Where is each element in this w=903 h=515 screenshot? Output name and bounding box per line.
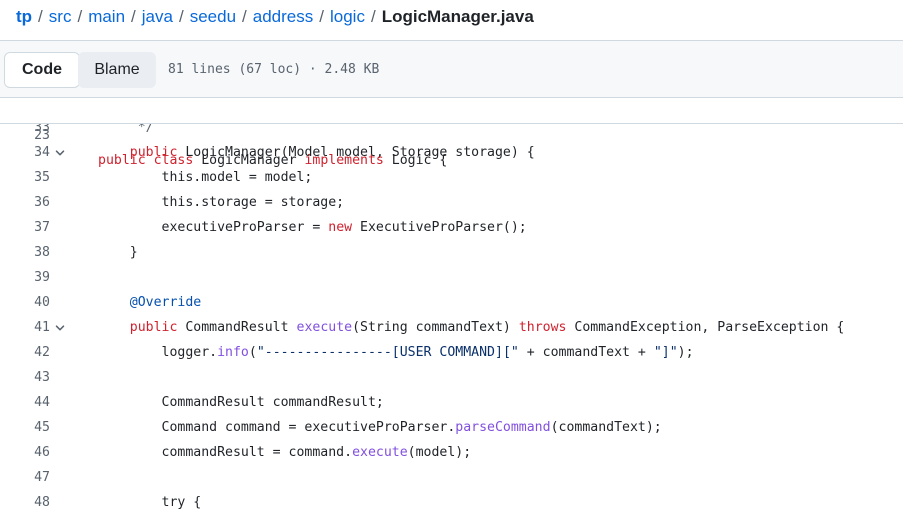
line-number[interactable]: 41 [0, 315, 50, 340]
sticky-scope-header[interactable]: 23 public class LogicManager implements … [0, 98, 903, 168]
code-token: commandResult = command. [98, 445, 353, 460]
code-line: 43 [0, 365, 903, 390]
code-text: public CommandResult execute(String comm… [98, 315, 845, 340]
code-token: } [98, 245, 138, 260]
breadcrumb-link-seedu[interactable]: seedu [190, 7, 236, 27]
line-number[interactable]: 39 [0, 265, 50, 290]
code-token: class [153, 153, 194, 168]
code-text: public class LogicManager implements Log… [98, 148, 447, 173]
code-text: CommandResult commandResult; [98, 390, 384, 415]
code-line: 37 executiveProParser = new ExecutivePro… [0, 215, 903, 240]
breadcrumb-separator: / [38, 7, 43, 26]
blame-button[interactable]: Blame [78, 52, 156, 88]
code-token: throws [518, 320, 567, 335]
code-token: public [98, 153, 146, 168]
breadcrumb: tp / src / main / java / seedu / address / logic / Log… [16, 4, 534, 30]
breadcrumb-repo-link[interactable]: tp [16, 7, 32, 27]
line-number[interactable]: 46 [0, 440, 50, 465]
code-line: 40 @Override [0, 290, 903, 315]
code-token: @Override [129, 295, 202, 310]
code-token: "]" [653, 345, 678, 360]
code-token: parseCommand [455, 420, 551, 435]
line-number[interactable]: 42 [0, 340, 50, 365]
breadcrumb-current-file: LogicManager.java [381, 7, 534, 26]
code-line: 41 public CommandResult execute(String c… [0, 315, 903, 340]
code-line: 46 commandResult = command.execute(model… [0, 440, 903, 465]
code-line: 48 try { [0, 490, 903, 515]
breadcrumb-separator: / [242, 7, 247, 26]
code-line: 39 [0, 265, 903, 290]
code-token: execute [296, 320, 353, 335]
code-token: public [129, 320, 178, 335]
code-token: execute [352, 445, 408, 460]
code-token: info [217, 345, 249, 360]
code-token: ( [248, 345, 257, 360]
line-number[interactable]: 44 [0, 390, 50, 415]
breadcrumb-link-address[interactable]: address [253, 7, 313, 27]
code-token: logger. [98, 345, 218, 360]
chevron-down-icon[interactable] [53, 315, 67, 340]
line-number[interactable]: 37 [0, 215, 50, 240]
breadcrumb-link-main[interactable]: main [88, 7, 125, 27]
code-token: executiveProParser = [98, 220, 329, 235]
code-token: CommandException, ParseException { [566, 320, 845, 335]
breadcrumb-link-logic[interactable]: logic [330, 7, 365, 27]
code-text: this.storage = storage; [98, 190, 345, 215]
code-button[interactable]: Code [4, 52, 80, 88]
code-token: Logic { [383, 153, 448, 168]
code-line: 44 CommandResult commandResult; [0, 390, 903, 415]
file-toolbar: Code Blame 81 lines (67 loc) · 2.48 KB [0, 41, 903, 97]
line-number[interactable]: 47 [0, 465, 50, 490]
breadcrumb-separator: / [77, 7, 83, 26]
breadcrumb-separator: / [370, 7, 376, 26]
code-line: 36 this.storage = storage; [0, 190, 903, 215]
code-line: 47 [0, 465, 903, 490]
file-info: 81 lines (67 loc) · 2.48 KB [168, 62, 380, 77]
code-line: 45 Command command = executiveProParser.… [0, 415, 903, 440]
line-number[interactable]: 23 [0, 123, 50, 148]
code-line: 38 } [0, 240, 903, 265]
line-number[interactable]: 45 [0, 415, 50, 440]
code-token: "----------------[USER COMMAND][" [256, 345, 519, 360]
code-token: ExecutiveProParser(); [352, 220, 527, 235]
code-text: } [98, 240, 138, 265]
code-text: Command command = executiveProParser.par… [98, 415, 662, 440]
code-token: Command command = executiveProParser. [98, 420, 456, 435]
code-text: executiveProParser = new ExecutiveProPar… [98, 215, 527, 240]
code-token: this.storage = storage; [98, 195, 345, 210]
breadcrumb-separator: / [131, 7, 136, 26]
code-token: implements [304, 153, 384, 168]
code-line: 42 logger.info("----------------[USER CO… [0, 340, 903, 365]
code-token: new [328, 220, 353, 235]
breadcrumb-link-src[interactable]: src [49, 7, 72, 27]
line-number[interactable]: 43 [0, 365, 50, 390]
breadcrumb-separator: / [178, 7, 184, 26]
code-text: try { [98, 490, 202, 515]
code-token: (String commandText) [352, 320, 519, 335]
view-toggle: Code Blame [4, 52, 156, 88]
sticky-line: 23 public class LogicManager implements … [0, 98, 903, 168]
line-number[interactable]: 40 [0, 290, 50, 315]
code-token: + commandText + [518, 345, 654, 360]
code-text: @Override [98, 290, 201, 315]
code-token: ); [677, 345, 694, 360]
line-number[interactable]: 48 [0, 490, 50, 515]
code-token: CommandResult [177, 320, 297, 335]
code-token: try { [98, 495, 202, 510]
code-token: CommandResult commandResult; [98, 395, 384, 410]
breadcrumb-separator: / [319, 7, 324, 26]
code-view: 33 */34 public LogicManager(Model model,… [0, 115, 903, 515]
code-token: (commandText); [550, 420, 662, 435]
breadcrumb-link-java[interactable]: java [142, 7, 173, 27]
code-text: commandResult = command.execute(model); [98, 440, 472, 465]
chevron-down-icon[interactable] [53, 140, 67, 165]
code-token: LogicManager [193, 153, 305, 168]
code-text: logger.info("----------------[USER COMMA… [98, 340, 694, 365]
code-token: (model); [407, 445, 472, 460]
line-number[interactable]: 38 [0, 240, 50, 265]
